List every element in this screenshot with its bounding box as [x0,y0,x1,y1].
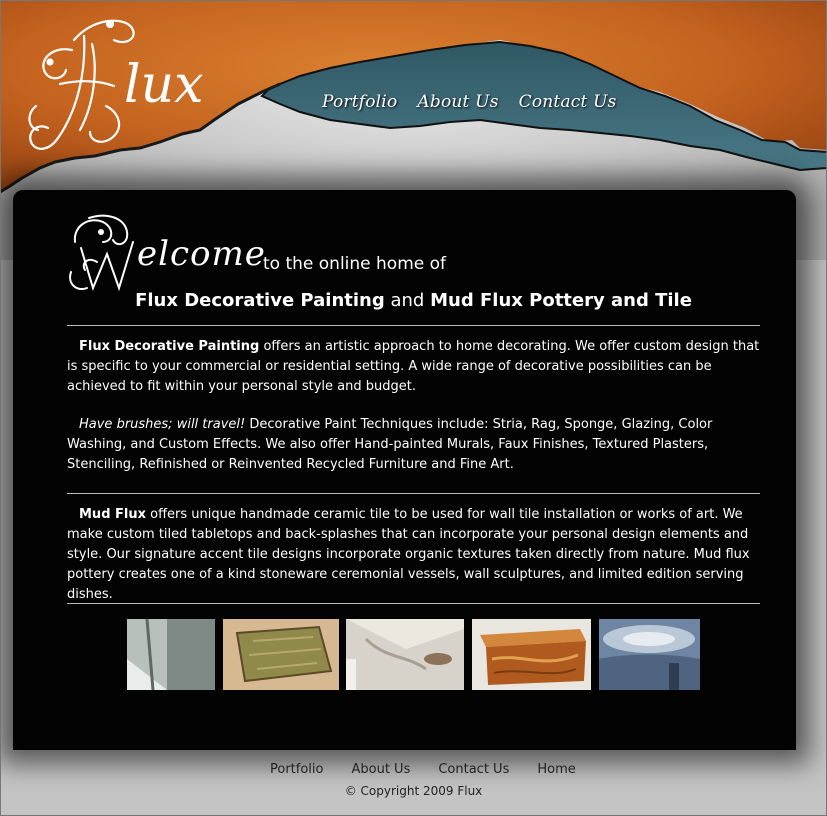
logo-text: lux [124,55,203,115]
footer-link-home[interactable]: Home [537,762,575,777]
divider [67,325,760,326]
footer-link-about-us[interactable]: About Us [351,762,410,777]
welcome-word: elcome [137,234,266,274]
main-nav: Portfolio About Us Contact Us [322,92,637,112]
headline-and: and [390,290,425,311]
footer-link-portfolio[interactable]: Portfolio [270,762,323,777]
paragraph-techniques: Have brushes; will travel! Decorative Pa… [67,415,762,475]
footer-nav: Portfolio About Us Contact Us Home [270,762,604,777]
headline-name-2: Mud Flux Pottery and Tile [430,290,692,311]
flux-logo[interactable]: lux [14,10,229,170]
thumbnail-mural[interactable] [346,619,464,690]
thumbnail-sky-room[interactable] [599,619,700,690]
nav-contact-us[interactable]: Contact Us [519,92,617,112]
divider [67,603,760,604]
paragraph-painting: Flux Decorative Painting offers an artis… [67,337,762,397]
thumbnail-stairway[interactable] [127,619,215,690]
welcome-tagline: to the online home of [263,254,447,274]
nav-portfolio[interactable]: Portfolio [322,92,397,112]
nav-about-us[interactable]: About Us [417,92,498,112]
paragraph-painting-bold: Flux Decorative Painting [79,339,260,354]
paragraph-mud-flux-bold: Mud Flux [79,507,146,522]
thumbnail-chest[interactable] [472,619,591,690]
copyright-notice: © Copyright 2009 Flux [344,784,483,798]
paragraph-mud-flux-text: offers unique handmade ceramic tile to b… [67,507,750,602]
paragraph-mud-flux: Mud Flux offers unique handmade ceramic … [67,505,762,605]
decorative-w-initial [69,214,134,292]
divider [67,493,760,494]
paragraph-techniques-italic: Have brushes; will travel! [79,417,246,432]
thumbnail-tile[interactable] [223,619,339,690]
footer-link-contact-us[interactable]: Contact Us [438,762,509,777]
welcome-heading: elcome to the online home of [67,212,767,302]
headline-name-1: Flux Decorative Painting [135,290,385,311]
company-headline: Flux Decorative Painting and Mud Flux Po… [67,290,760,311]
